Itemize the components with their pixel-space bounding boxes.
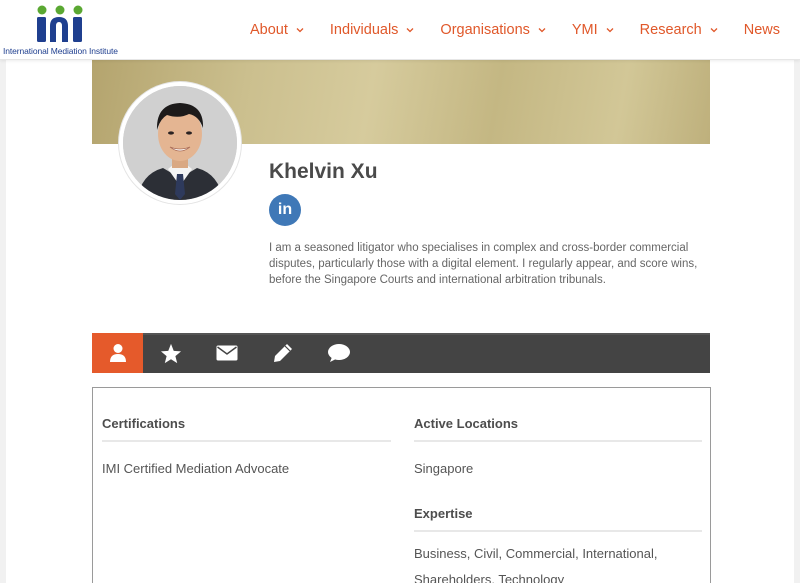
profile-avatar [119, 82, 241, 204]
imi-logo[interactable]: International Mediation Institute [3, 4, 121, 56]
nav-about-label: About [250, 22, 288, 38]
chevron-down-icon [406, 28, 414, 33]
logo-text: International Mediation Institute [3, 46, 118, 56]
chevron-down-icon [606, 28, 614, 33]
profile-photo-icon [123, 86, 237, 200]
envelope-icon [216, 345, 238, 361]
tab-contact[interactable] [199, 333, 255, 373]
nav-news[interactable]: News [744, 22, 780, 38]
profile-details: Certifications IMI Certified Mediation A… [92, 387, 711, 583]
nav-ymi[interactable]: YMI [572, 22, 614, 38]
certifications-title: Certifications [102, 388, 391, 442]
nav-organisations[interactable]: Organisations [440, 22, 546, 38]
certifications-value: IMI Certified Mediation Advocate [102, 461, 290, 476]
page-frame-right [794, 60, 800, 583]
chevron-down-icon [710, 28, 718, 33]
tab-favourites[interactable] [143, 333, 199, 373]
page-frame-left [0, 60, 6, 583]
details-left-column: Certifications IMI Certified Mediation A… [102, 388, 391, 482]
star-icon [160, 343, 182, 363]
nav-research[interactable]: Research [640, 22, 718, 38]
nav-research-label: Research [639, 22, 702, 38]
locations-value: Singapore [414, 461, 474, 476]
nav-individuals[interactable]: Individuals [330, 22, 415, 38]
tab-comments[interactable] [311, 333, 367, 373]
main-nav: About Individuals Organisations YMI Rese… [250, 0, 800, 60]
nav-about[interactable]: About [250, 22, 304, 38]
profile-name: Khelvin Xu [269, 160, 378, 183]
chat-bubble-icon [328, 344, 350, 362]
site-header: International Mediation Institute About … [0, 0, 800, 60]
nav-organisations-label: Organisations [440, 22, 530, 38]
expertise-title: Expertise [414, 482, 702, 532]
user-icon [109, 344, 126, 362]
chevron-down-icon [296, 28, 304, 33]
details-right-column: Active Locations Singapore Expertise Bus… [414, 388, 702, 583]
nav-ymi-label: YMI [571, 22, 598, 38]
nav-news-label: News [743, 22, 780, 38]
tab-profile[interactable] [92, 333, 143, 373]
imi-logo-mark-icon [37, 5, 83, 42]
locations-title: Active Locations [414, 388, 702, 442]
linkedin-icon: in [277, 201, 293, 218]
expertise-value: Business, Civil, Commercial, Internation… [414, 546, 658, 583]
pencil-icon [274, 344, 292, 362]
profile-tabbar [92, 333, 710, 373]
chevron-down-icon [538, 28, 546, 33]
linkedin-button[interactable]: in [269, 194, 301, 226]
profile-bio: I am a seasoned litigator who specialise… [269, 242, 698, 286]
tab-reviews[interactable] [255, 333, 311, 373]
nav-individuals-label: Individuals [329, 22, 399, 38]
